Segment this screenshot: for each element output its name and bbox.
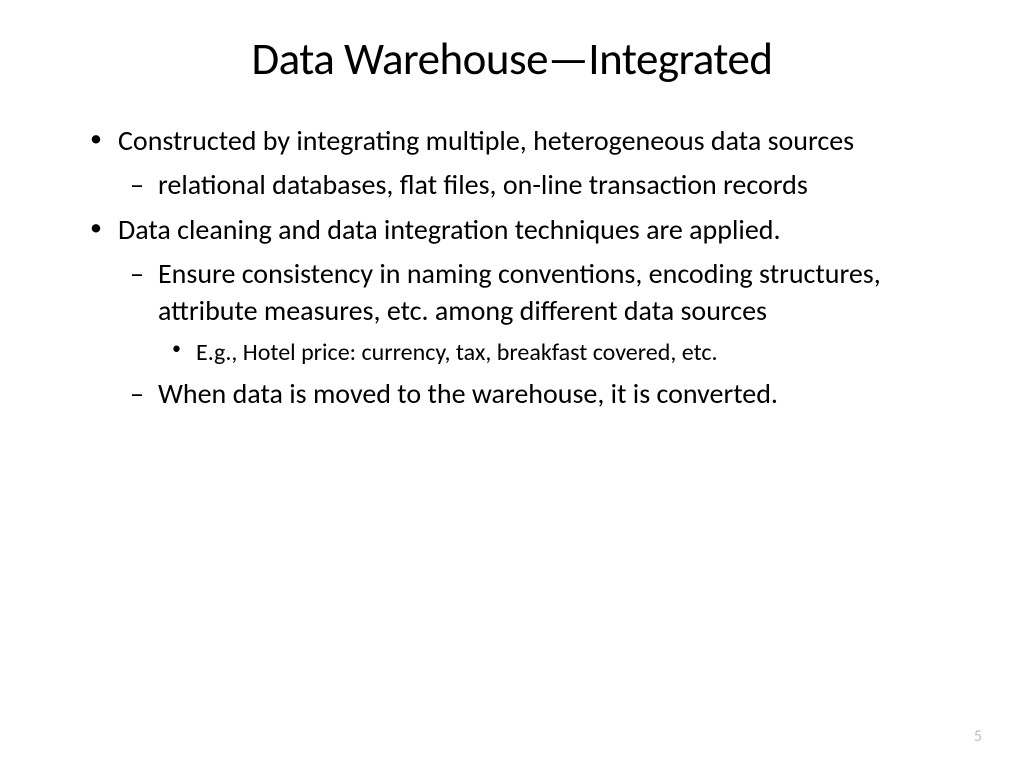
- slide-title: Data Warehouse—Integrated: [60, 32, 964, 87]
- slide-content: Constructed by integrating multiple, het…: [60, 123, 964, 413]
- page-number: 5: [974, 727, 982, 746]
- slide-container: Data Warehouse—Integrated Constructed by…: [0, 0, 1024, 461]
- bullet-level2: Ensure consistency in naming conventions…: [130, 256, 964, 329]
- bullet-level2: relational databases, flat files, on-lin…: [130, 167, 964, 203]
- bullet-level2: When data is moved to the warehouse, it …: [130, 376, 964, 412]
- bullet-level1: Data cleaning and data integration techn…: [90, 212, 964, 248]
- bullet-level3: E.g., Hotel price: currency, tax, breakf…: [172, 337, 964, 368]
- bullet-level1: Constructed by integrating multiple, het…: [90, 123, 964, 159]
